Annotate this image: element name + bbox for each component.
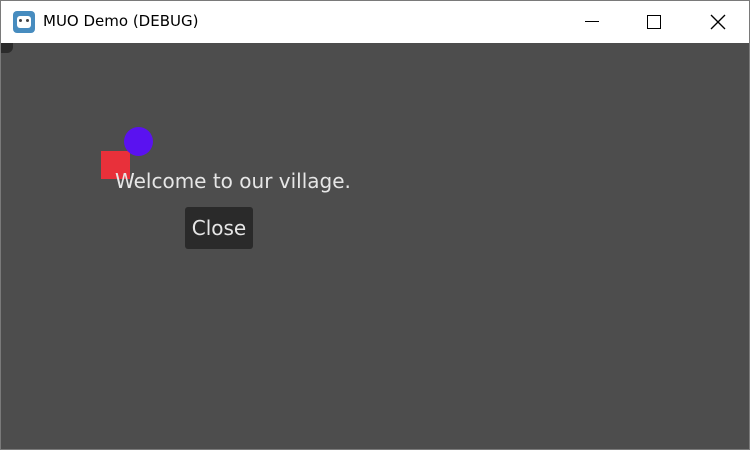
dialog-close-button[interactable]: Close <box>185 207 253 249</box>
close-icon <box>710 14 726 30</box>
dialog-message: Welcome to our village. <box>115 169 351 193</box>
game-viewport[interactable]: Welcome to our village. Close <box>1 43 749 449</box>
godot-icon-face <box>17 16 31 28</box>
viewport-corner-marker <box>1 43 13 53</box>
maximize-button[interactable] <box>623 1 685 43</box>
title-bar[interactable]: MUO Demo (DEBUG) <box>1 1 749 43</box>
maximize-icon <box>647 15 661 29</box>
minimize-button[interactable] <box>561 1 623 43</box>
game-window: MUO Demo (DEBUG) Welcome to our village.… <box>0 0 750 450</box>
godot-icon-eye <box>26 19 29 22</box>
window-title: MUO Demo (DEBUG) <box>43 12 199 30</box>
godot-icon <box>13 11 35 33</box>
close-window-button[interactable] <box>687 1 749 43</box>
godot-icon-eye <box>19 19 22 22</box>
minimize-icon <box>585 21 599 22</box>
npc-circle <box>124 127 153 156</box>
